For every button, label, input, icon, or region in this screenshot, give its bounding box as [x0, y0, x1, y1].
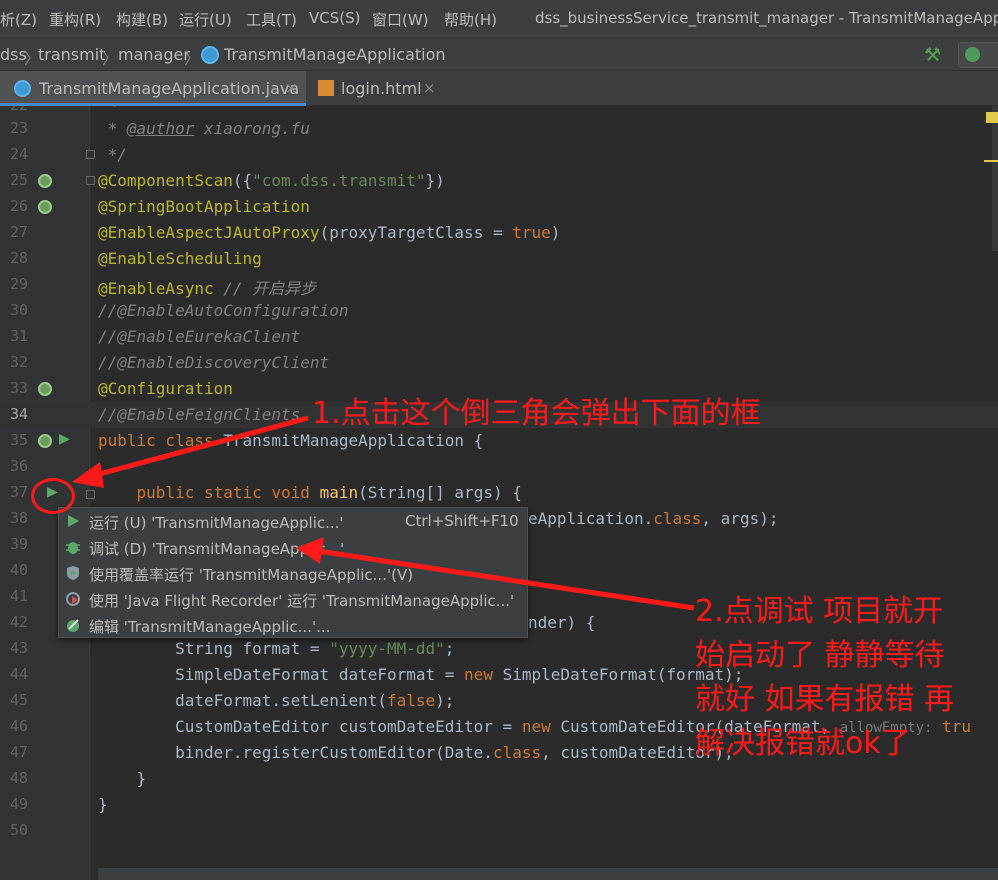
annotation-step-2-line-3: 就好 如果有报错 再 — [695, 682, 955, 717]
annotation-step-2-line-2: 始启动了 静静等待 — [695, 638, 945, 673]
arrow-head-1 — [72, 462, 104, 488]
annotation-step-1: 1.点击这个倒三角会弹出下面的框 — [312, 396, 761, 431]
arrow-head-2 — [296, 537, 324, 564]
annotation-step-2-line-1: 2.点调试 项目就开 — [695, 594, 944, 629]
arrow-line-2 — [317, 548, 695, 611]
arrow-line-1 — [91, 415, 309, 479]
annotation-step-2-line-4: 解决报错就ok了 — [695, 726, 911, 761]
